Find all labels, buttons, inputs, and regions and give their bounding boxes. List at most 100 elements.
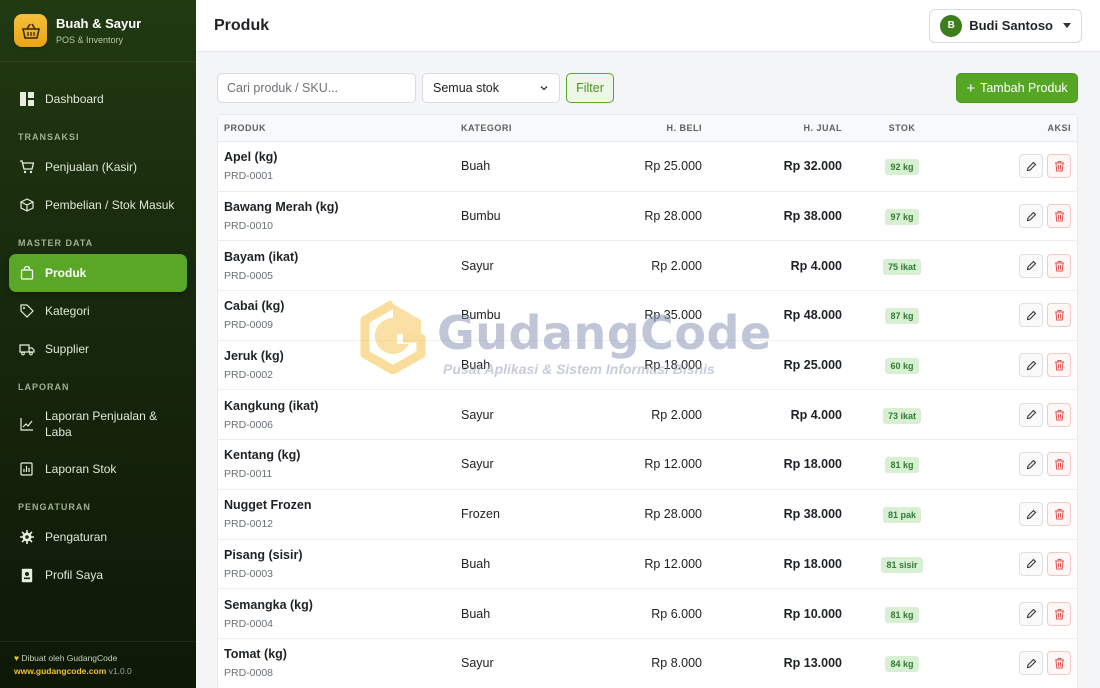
- cell-kategori: Buah: [461, 358, 491, 373]
- stock-badge: 92 kg: [885, 159, 919, 176]
- cell-kategori: Sayur: [461, 258, 494, 273]
- cell-produk: Nugget Frozen PRD-0012: [218, 498, 455, 530]
- delete-button[interactable]: [1047, 551, 1071, 576]
- cell-kategori: Buah: [461, 556, 491, 571]
- heart-icon: ♥: [14, 653, 20, 663]
- dashboard-icon: [18, 91, 35, 108]
- cell-harga-beli: Rp 12.000: [644, 457, 702, 472]
- delete-button[interactable]: [1047, 303, 1071, 328]
- pencil-icon: [1026, 509, 1036, 519]
- delete-button[interactable]: [1047, 353, 1071, 378]
- cell-aksi: [962, 502, 1077, 527]
- pencil-icon: [1026, 161, 1036, 172]
- cell-harga-jual: Rp 13.000: [783, 656, 842, 671]
- add-product-button[interactable]: + Tambah Produk: [956, 73, 1078, 103]
- trash-icon: [1054, 509, 1064, 520]
- edit-button[interactable]: [1019, 303, 1043, 328]
- sidebar-item-label: Laporan Stok: [45, 462, 117, 476]
- edit-button[interactable]: [1019, 551, 1043, 576]
- delete-button[interactable]: [1047, 253, 1071, 278]
- stock-badge: 60 kg: [885, 358, 919, 375]
- cell-aksi: [962, 452, 1077, 477]
- box-icon: [18, 197, 35, 214]
- search-input[interactable]: [217, 73, 416, 103]
- cell-harga-beli: Rp 2.000: [651, 407, 702, 422]
- col-header-produk: PRODUK: [224, 123, 267, 133]
- user-menu-button[interactable]: B Budi Santoso: [929, 8, 1082, 43]
- cell-harga-beli: Rp 25.000: [644, 159, 702, 174]
- sidebar-item-laporan-stok[interactable]: Laporan Stok: [9, 450, 187, 488]
- delete-button[interactable]: [1047, 601, 1071, 626]
- edit-button[interactable]: [1019, 154, 1043, 179]
- cell-kategori: Sayur: [461, 407, 494, 422]
- delete-button[interactable]: [1047, 204, 1071, 229]
- brand[interactable]: Buah & Sayur POS & Inventory: [0, 0, 196, 62]
- edit-button[interactable]: [1019, 253, 1043, 278]
- edit-button[interactable]: [1019, 402, 1043, 427]
- product-name: Bawang Merah (kg): [224, 200, 339, 215]
- footer-link[interactable]: www.gudangcode.com: [14, 666, 106, 676]
- pencil-icon: [1026, 608, 1036, 619]
- truck-icon: [18, 341, 35, 358]
- cell-stok: 60 kg: [842, 356, 962, 375]
- sidebar-item-dashboard[interactable]: Dashboard: [9, 80, 187, 118]
- pencil-icon: [1026, 459, 1036, 470]
- edit-button[interactable]: [1019, 204, 1043, 229]
- table-row: Semangka (kg) PRD-0004 Buah Rp 6.000 Rp 10.0…: [218, 589, 1077, 639]
- delete-button[interactable]: [1047, 154, 1071, 179]
- cell-aksi: [962, 551, 1077, 576]
- cell-produk: Kangkung (ikat) PRD-0006: [218, 399, 455, 431]
- stock-badge: 81 pak: [882, 507, 922, 524]
- product-name: Jeruk (kg): [224, 349, 284, 364]
- cell-stok: 73 ikat: [842, 406, 962, 424]
- cell-kategori: Sayur: [461, 656, 494, 671]
- delete-button[interactable]: [1047, 452, 1071, 477]
- gear-icon: [18, 529, 35, 546]
- user-name: Budi Santoso: [969, 18, 1053, 33]
- sidebar-item-profil[interactable]: Profil Saya: [9, 556, 187, 594]
- cell-stok: 87 kg: [842, 306, 962, 325]
- edit-button[interactable]: [1019, 502, 1043, 527]
- edit-button[interactable]: [1019, 601, 1043, 626]
- delete-button[interactable]: [1047, 402, 1071, 427]
- sidebar-item-pembelian[interactable]: Pembelian / Stok Masuk: [9, 186, 187, 224]
- sidebar-item-pengaturan[interactable]: Pengaturan: [9, 518, 187, 556]
- stock-badge: 97 kg: [885, 209, 919, 226]
- cell-aksi: [962, 154, 1077, 179]
- add-product-label: Tambah Produk: [980, 81, 1068, 95]
- cell-harga-jual: Rp 38.000: [783, 209, 842, 224]
- cart-icon: [18, 159, 35, 176]
- cell-harga-jual: Rp 4.000: [790, 258, 842, 273]
- col-header-stok: STOK: [888, 123, 916, 133]
- filter-button[interactable]: Filter: [566, 73, 614, 103]
- delete-button[interactable]: [1047, 502, 1071, 527]
- delete-button[interactable]: [1047, 651, 1071, 676]
- top-header: Produk B Budi Santoso: [196, 0, 1100, 52]
- trash-icon: [1054, 260, 1064, 272]
- edit-button[interactable]: [1019, 353, 1043, 378]
- sidebar-item-penjualan[interactable]: Penjualan (Kasir): [9, 148, 187, 186]
- sidebar-item-label: Kategori: [45, 304, 90, 318]
- stock-badge: 87 kg: [885, 308, 919, 325]
- stock-badge: 81 kg: [885, 457, 919, 474]
- edit-button[interactable]: [1019, 651, 1043, 676]
- cell-harga-beli: Rp 2.000: [651, 258, 702, 273]
- cell-produk: Pisang (sisir) PRD-0003: [218, 548, 455, 580]
- sidebar-item-label: Produk: [45, 266, 87, 280]
- bag-icon: [18, 265, 35, 282]
- product-name: Tomat (kg): [224, 647, 287, 662]
- footer-version: v1.0.0: [108, 666, 132, 676]
- sidebar-item-produk[interactable]: Produk: [9, 254, 187, 292]
- sidebar-item-kategori[interactable]: Kategori: [9, 292, 187, 330]
- col-header-jual: H. JUAL: [803, 123, 842, 133]
- edit-button[interactable]: [1019, 452, 1043, 477]
- cell-produk: Cabai (kg) PRD-0009: [218, 299, 455, 331]
- sidebar-item-laporan-penjualan[interactable]: Laporan Penjualan & Laba: [9, 398, 187, 450]
- cell-harga-jual: Rp 10.000: [783, 606, 842, 621]
- sidebar-item-supplier[interactable]: Supplier: [9, 330, 187, 368]
- chart-line-icon: [18, 416, 35, 433]
- pencil-icon: [1026, 310, 1036, 321]
- sidebar-item-label: Dashboard: [45, 92, 104, 106]
- stock-filter-select[interactable]: Semua stok: [422, 73, 560, 103]
- report-icon: [18, 461, 35, 478]
